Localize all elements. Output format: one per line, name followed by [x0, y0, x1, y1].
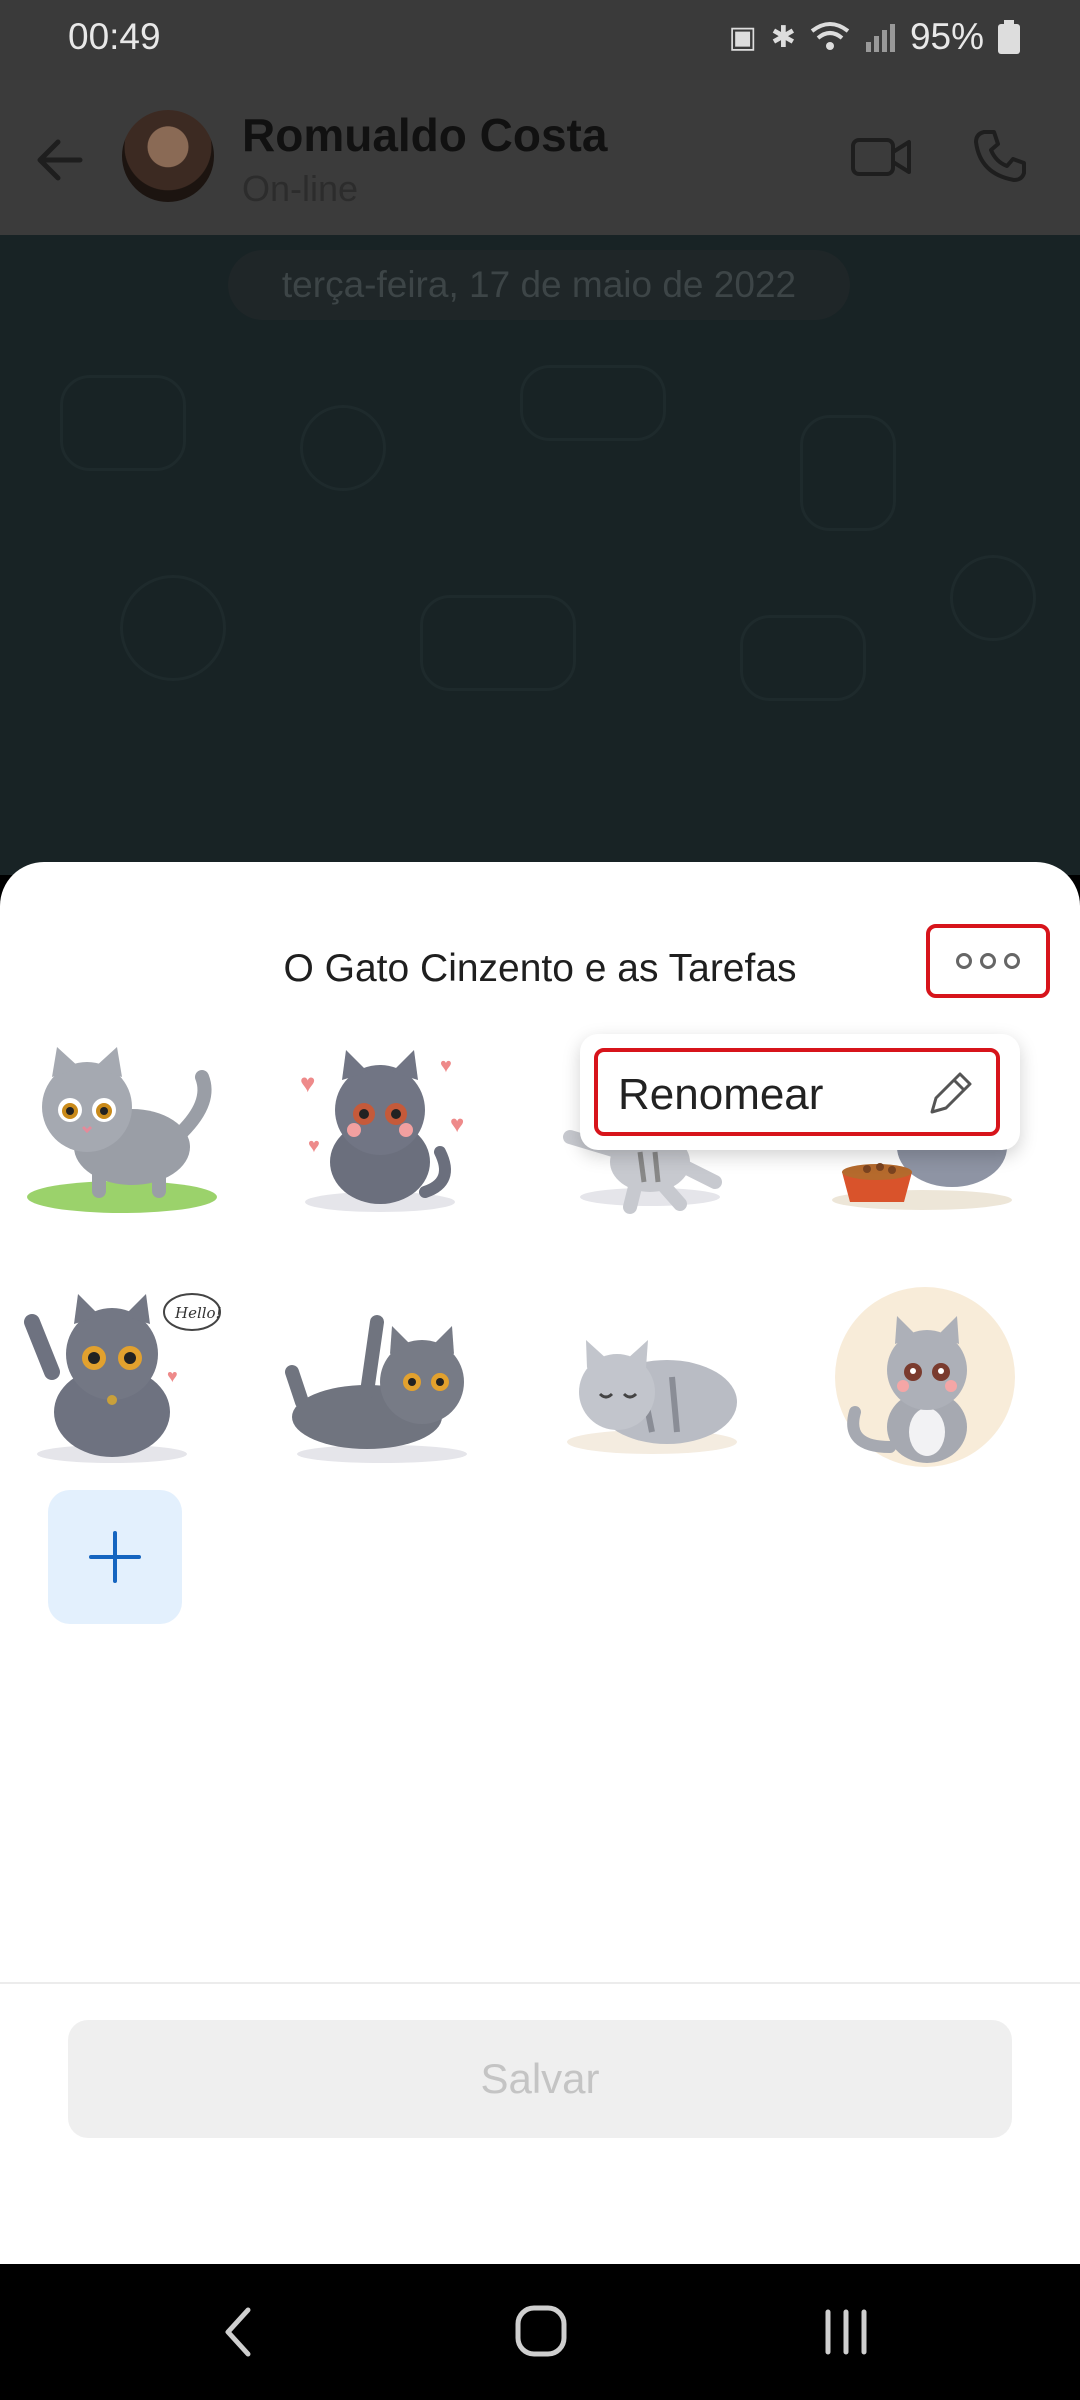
- plus-icon: [89, 1531, 141, 1583]
- avatar[interactable]: [122, 110, 214, 202]
- svg-text:♥: ♥: [167, 1366, 178, 1386]
- more-options-button[interactable]: [926, 924, 1050, 998]
- chat-background: terça-feira, 17 de maio de 2022: [0, 235, 1080, 875]
- date-separator: terça-feira, 17 de maio de 2022: [228, 250, 850, 320]
- battery-icon: [998, 20, 1020, 54]
- add-sticker-button[interactable]: [48, 1490, 182, 1624]
- sticker-cat-waving-hello[interactable]: Hello! ♥: [12, 1282, 232, 1472]
- chat-header: Romualdo Costa On-line: [0, 80, 1080, 235]
- rename-label: Renomear: [618, 1070, 824, 1119]
- wifi-icon: [810, 22, 850, 50]
- phone-icon[interactable]: [972, 128, 1028, 184]
- bluetooth-icon: ✱: [770, 20, 796, 54]
- nfc-icon: ▣: [728, 20, 757, 54]
- status-time: 00:49: [68, 16, 161, 57]
- navigation-bar: [0, 2264, 1080, 2400]
- hello-bubble-text: Hello!: [174, 1304, 222, 1322]
- back-arrow-icon[interactable]: [30, 130, 90, 190]
- nav-back-icon[interactable]: [218, 2304, 258, 2360]
- sticker-cat-sitting-smiling[interactable]: [815, 1282, 1035, 1472]
- contact-status: On-line: [242, 168, 359, 209]
- video-call-icon[interactable]: [850, 132, 912, 182]
- svg-text:♥: ♥: [308, 1135, 320, 1157]
- contact-name[interactable]: Romualdo Costa: [242, 108, 607, 162]
- svg-text:♥: ♥: [300, 1068, 315, 1098]
- sticker-cat-walking-on-grass[interactable]: [12, 1032, 232, 1222]
- sticker-cat-lying-waving[interactable]: [272, 1282, 492, 1472]
- context-menu: Renomear: [580, 1034, 1020, 1150]
- status-bar: 00:49 ▣ ✱ 95%: [0, 0, 1080, 80]
- sheet-title: O Gato Cinzento e as Tarefas: [283, 947, 797, 990]
- signal-icon: [865, 24, 895, 52]
- svg-text:♥: ♥: [450, 1111, 464, 1138]
- divider: [0, 1982, 1080, 1984]
- svg-text:♥: ♥: [440, 1055, 452, 1077]
- save-button[interactable]: Salvar: [68, 2020, 1012, 2138]
- battery-level: 95%: [909, 16, 984, 57]
- pencil-icon: [930, 1072, 972, 1114]
- nav-home-icon[interactable]: [512, 2302, 570, 2360]
- sticker-cat-with-hearts[interactable]: ♥ ♥ ♥ ♥: [270, 1032, 490, 1222]
- rename-menu-item[interactable]: Renomear: [594, 1048, 1000, 1136]
- more-horizontal-icon: [956, 953, 972, 969]
- sticker-cat-sleeping[interactable]: [542, 1282, 762, 1472]
- nav-recents-icon[interactable]: [820, 2306, 872, 2358]
